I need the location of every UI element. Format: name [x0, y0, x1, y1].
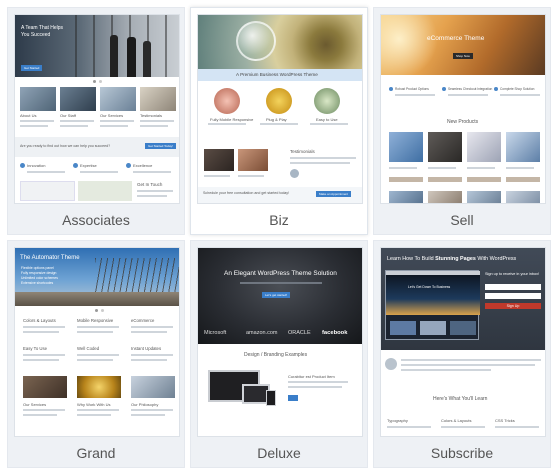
hero-bullet: Extensive shortcodes [21, 281, 54, 285]
client-logo: ORACLE [288, 330, 311, 336]
hero-image: eCommerce Theme Shop Now [381, 15, 545, 75]
theme-preview-grand: The Automator Theme Flexible options pan… [14, 247, 180, 437]
feature-label: Mobile Responsive [77, 318, 114, 323]
section-heading: Design / Branding Examples [244, 352, 308, 358]
cta-button: Get Started Today! [145, 143, 176, 149]
feature-label: Expertise [80, 163, 97, 168]
feature-label: Robust Product Options [395, 87, 429, 91]
hero-line2: You Succeed [21, 32, 51, 38]
feature-label: CSS Tricks [495, 418, 515, 423]
hero-image: A Team That Helps You Succeed Get Starte… [15, 15, 179, 77]
section-label: About Us [20, 113, 37, 118]
theme-preview-subscribe: Learn How To Build Stunning Pages With W… [380, 247, 546, 437]
cta-text: Are you ready to find out how we can hel… [20, 144, 111, 148]
hero-image: An Elegant WordPress Theme Solution Let'… [198, 248, 362, 344]
signup-text: Sign up to receive in your inbox! [485, 272, 540, 276]
feature-label: Complete Shop Solution [500, 87, 535, 91]
theme-preview-deluxe: An Elegant WordPress Theme Solution Let'… [197, 247, 363, 437]
hero-button: Shop Now [453, 53, 473, 59]
section-heading: Here's What You'll Learn [433, 396, 488, 402]
section-label: Why Work With Us [77, 402, 111, 407]
client-logo: facebook [322, 330, 348, 336]
cta-text: Schedule your free consultation and get … [203, 191, 290, 195]
hero-image [198, 15, 362, 69]
section-label: Testimonials [140, 113, 163, 118]
feature-label: Colors & Layouts [23, 318, 56, 323]
theme-card-grand[interactable]: The Automator Theme Flexible options pan… [7, 240, 185, 468]
hero-title: An Elegant WordPress Theme Solution [224, 270, 337, 277]
hero-bullet: Fully responsive design [21, 271, 57, 275]
feature-label: eCommerce [131, 318, 155, 323]
section-heading: Testimonials [290, 149, 315, 154]
feature-label: Instant Updates [131, 346, 162, 351]
theme-preview-sell: eCommerce Theme Shop Now Robust Product … [380, 14, 546, 204]
product-title: Curabitur est Product Item [288, 374, 335, 379]
cta-button: Make an Appointment [316, 191, 352, 197]
hero-image: The Automator Theme Flexible options pan… [15, 248, 179, 306]
hero-image: Learn How To Build Stunning Pages With W… [381, 248, 545, 350]
browser-mockup: Let's Get Down To Business [385, 270, 480, 340]
hero-title: Learn How To Build Stunning Pages With W… [387, 256, 517, 262]
product-button [288, 395, 299, 401]
hero-title: eCommerce Theme [427, 35, 485, 42]
feature-label: Fully Mobile Responsive [210, 117, 254, 122]
hero-button: Let's get started! [262, 292, 291, 298]
client-logo: amazon.com [246, 330, 278, 336]
feature-label: Easy To Use [23, 346, 48, 351]
theme-card-associates[interactable]: A Team That Helps You Succeed Get Starte… [7, 7, 185, 235]
theme-name: Associates [62, 212, 130, 228]
feature-label: Excellence [133, 163, 153, 168]
hero-line1: A Team That Helps [21, 25, 64, 31]
section-label: Our Staff [60, 113, 76, 118]
signup-button: Sign Up [485, 303, 541, 309]
feature-label: Colors & Layouts [441, 418, 472, 423]
theme-card-biz[interactable]: A Premium Business WordPress Theme Fully… [190, 7, 368, 235]
section-label: Our Philosophy [131, 402, 159, 407]
feature-label: Plug & Play [266, 117, 287, 122]
feature-label: Easy to Use [316, 117, 338, 122]
theme-card-sell[interactable]: eCommerce Theme Shop Now Robust Product … [373, 7, 551, 235]
device-phone [266, 390, 276, 406]
theme-name: Deluxe [257, 445, 301, 461]
map-image [78, 181, 132, 201]
hero-button: Get Started [21, 65, 43, 71]
hero-bullet: Flexible options panel [21, 266, 54, 270]
feature-label: Typography [387, 418, 408, 423]
theme-name: Sell [450, 212, 474, 228]
theme-preview-biz: A Premium Business WordPress Theme Fully… [197, 14, 363, 204]
contact-heading: Get In Touch [137, 182, 163, 187]
theme-name: Subscribe [430, 445, 494, 461]
theme-card-subscribe[interactable]: Learn How To Build Stunning Pages With W… [373, 240, 551, 468]
theme-name: Biz [269, 212, 289, 228]
mock-title: Let's Get Down To Business [408, 285, 451, 289]
theme-preview-associates: A Team That Helps You Succeed Get Starte… [14, 14, 180, 204]
feature-label: Innovation [27, 163, 46, 168]
feature-label: Well Coded [77, 346, 100, 351]
theme-card-deluxe[interactable]: An Elegant WordPress Theme Solution Let'… [190, 240, 368, 468]
hero-bullet: Unlimited color schemes [21, 276, 58, 280]
theme-name: Grand [76, 445, 116, 461]
hero-title: The Automator Theme [20, 255, 80, 261]
section-label: Our Services [100, 113, 124, 118]
section-heading: New Products [447, 119, 479, 125]
client-logo: Microsoft [204, 330, 227, 336]
feature-label: Seamless Checkout Integration [448, 87, 493, 91]
section-label: Our Services [23, 402, 47, 407]
banner-text: A Premium Business WordPress Theme [236, 72, 318, 77]
